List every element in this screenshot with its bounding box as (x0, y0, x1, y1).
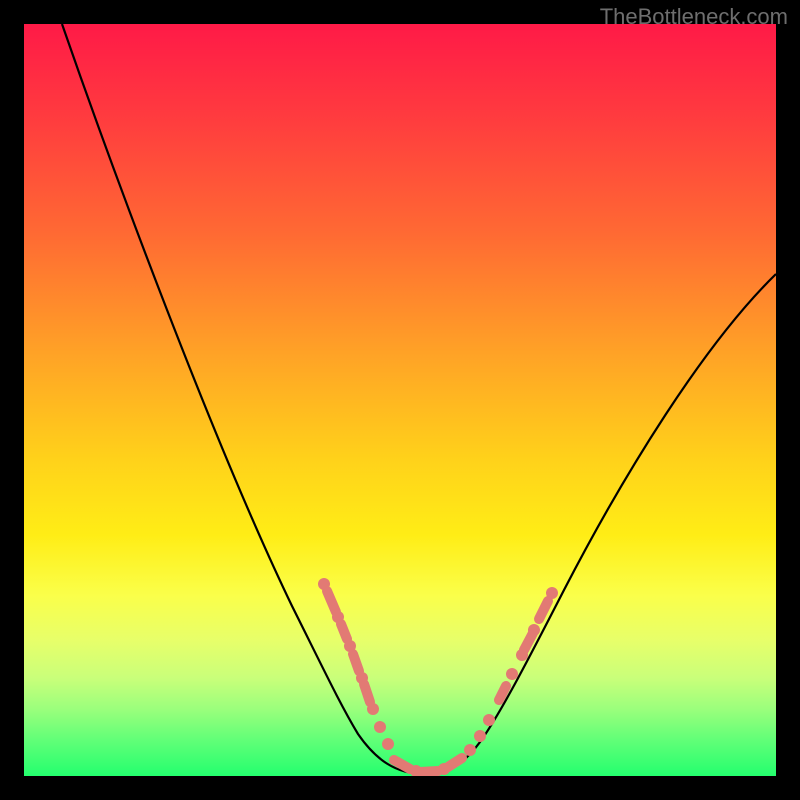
bottleneck-curve (62, 24, 776, 774)
chart-frame: TheBottleneck.com (0, 0, 800, 800)
valley-highlight (394, 758, 462, 776)
curve-svg (24, 24, 776, 776)
left-branch-highlight (318, 578, 394, 750)
right-branch-highlight (464, 587, 558, 756)
plot-area (24, 24, 776, 776)
